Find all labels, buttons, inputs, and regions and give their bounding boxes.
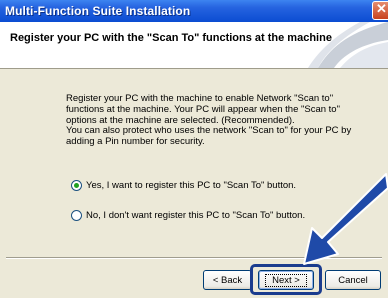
title-bar[interactable]: Multi-Function Suite Installation ✕ xyxy=(0,0,388,22)
back-button[interactable]: < Back xyxy=(203,270,252,290)
header-swoosh-graphic xyxy=(308,22,388,68)
option-yes-label: Yes, I want to register this PC to "Scan… xyxy=(86,179,297,191)
description-paragraph-2: You can also protect who uses the networ… xyxy=(66,125,352,148)
description-paragraph-1: Register your PC with the machine to ena… xyxy=(66,93,340,126)
window-title: Multi-Function Suite Installation xyxy=(5,4,191,18)
option-register-no[interactable]: No, I don't want register this PC to "Sc… xyxy=(71,208,305,222)
header-title: Register your PC with the "Scan To" func… xyxy=(10,32,332,44)
back-button-label: < Back xyxy=(212,274,243,286)
radio-yes[interactable] xyxy=(71,179,82,191)
option-no-label: No, I don't want register this PC to "Sc… xyxy=(86,209,306,221)
close-button[interactable]: ✕ xyxy=(372,1,388,20)
callout-arrow-icon xyxy=(303,173,388,265)
radio-no[interactable] xyxy=(71,209,82,221)
cancel-button-label: Cancel xyxy=(338,274,368,286)
option-register-yes[interactable]: Yes, I want to register this PC to "Scan… xyxy=(71,178,296,192)
description-text: Register your PC with the machine to ena… xyxy=(66,93,356,148)
cancel-button[interactable]: Cancel xyxy=(325,270,381,290)
wizard-header: Register your PC with the "Scan To" func… xyxy=(0,22,388,69)
close-icon: ✕ xyxy=(376,1,387,16)
installer-window: Multi-Function Suite Installation ✕ Regi… xyxy=(0,0,388,298)
